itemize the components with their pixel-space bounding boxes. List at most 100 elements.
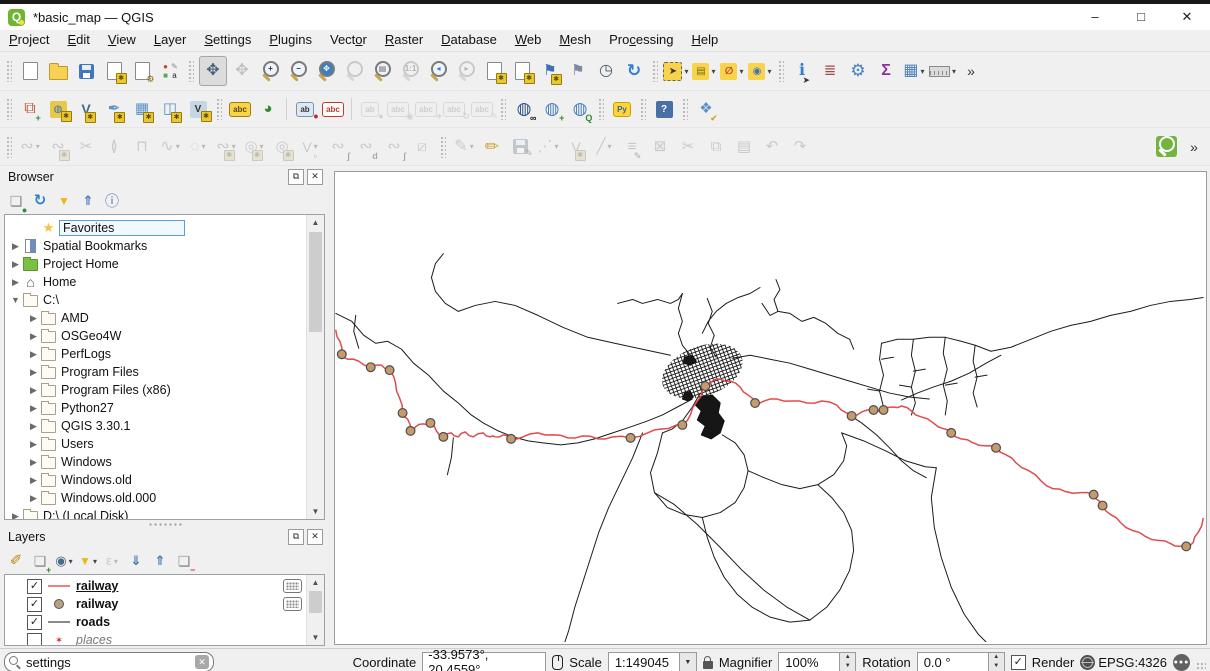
crs-value[interactable]: EPSG:4326 — [1098, 655, 1167, 670]
new-project-button[interactable] — [17, 57, 43, 85]
style-manager-button[interactable]: ●✎■a — [157, 57, 183, 85]
new-spatial-bookmark-button[interactable]: ⚑✱ — [537, 57, 563, 85]
magnifier-value[interactable]: 100% — [778, 652, 840, 671]
clear-search-icon[interactable]: ✕ — [195, 655, 209, 669]
select-features-by-expression-button[interactable]: ◉▾ — [747, 57, 773, 85]
filter-legend-button[interactable]: ▼▾ — [77, 550, 99, 572]
toolbar-overflow-2-button[interactable]: » — [1181, 133, 1207, 161]
save-project-button[interactable] — [73, 57, 99, 85]
search-wms-layers-button[interactable]: ◍Q — [567, 95, 593, 123]
new-virtual-layer-button[interactable]: ▦✱ — [129, 95, 155, 123]
temporal-controller-panel-button[interactable]: ◷ — [593, 57, 619, 85]
browser-item-program-files[interactable]: ▶Program Files — [5, 363, 306, 381]
expand-arrow-icon[interactable]: ▶ — [9, 241, 22, 252]
measure-line-button[interactable]: ▾ — [929, 57, 956, 85]
new-shapefile-layer-button[interactable]: V✱ — [73, 95, 99, 123]
toolbar-drag-handle[interactable] — [216, 98, 222, 120]
resize-grip[interactable] — [1196, 662, 1206, 671]
toolbar-overflow-button[interactable]: » — [958, 57, 984, 85]
open-attribute-table-button[interactable]: ▦▾ — [901, 57, 927, 85]
coordinate-input[interactable]: -33.9573°, 20.4559° — [422, 652, 546, 671]
scroll-up-icon[interactable]: ▲ — [307, 575, 324, 590]
layer-checkbox[interactable]: ✓ — [27, 597, 42, 612]
rotation-spinbox[interactable]: 0.0 ° ▲▼ — [917, 652, 1005, 671]
scroll-thumb[interactable] — [309, 232, 322, 332]
python-console-button[interactable]: Py — [609, 95, 635, 123]
browser-item-home[interactable]: ▶⌂Home — [5, 273, 306, 291]
expand-arrow-icon[interactable]: ▶ — [27, 349, 40, 360]
maximize-button[interactable]: □ — [1118, 4, 1164, 30]
layer-checkbox[interactable] — [27, 633, 42, 646]
scroll-thumb[interactable] — [309, 591, 322, 613]
spin-down-icon[interactable]: ▼ — [989, 662, 1004, 671]
processing-toolbox-button[interactable]: ⚙ — [845, 57, 871, 85]
collapse-all-button[interactable]: ⇑ — [77, 190, 99, 212]
lock-scale-icon[interactable] — [703, 661, 713, 669]
browser-scrollbar[interactable]: ▲ ▼ — [306, 215, 324, 519]
spin-down-icon[interactable]: ▼ — [840, 662, 855, 671]
browser-item-windows[interactable]: ▶Windows — [5, 453, 306, 471]
expand-arrow-icon[interactable]: ▶ — [27, 385, 40, 396]
toolbar-drag-handle[interactable] — [598, 98, 604, 120]
browser-item-perflogs[interactable]: ▶PerfLogs — [5, 345, 306, 363]
toolbar-drag-handle[interactable] — [188, 60, 194, 82]
scroll-down-icon[interactable]: ▼ — [307, 630, 324, 645]
browser-item-osgeo4w[interactable]: ▶OSGeo4W — [5, 327, 306, 345]
show-spatial-bookmarks-button[interactable]: ⚑ — [565, 57, 591, 85]
expand-all-layers-button[interactable]: ⇓ — [125, 550, 147, 572]
menu-layer[interactable]: Layer — [145, 30, 196, 51]
expand-arrow-icon[interactable]: ▶ — [27, 457, 40, 468]
pan-map-button[interactable]: ✥ — [199, 56, 227, 86]
browser-item-windows-old-000[interactable]: ▶Windows.old.000 — [5, 489, 306, 507]
toolbar-drag-handle[interactable] — [682, 98, 688, 120]
layer-checkbox[interactable]: ✓ — [27, 579, 42, 594]
spin-up-icon[interactable]: ▲ — [989, 653, 1004, 662]
filter-browser-button[interactable]: ▼ — [53, 190, 75, 212]
layer-diagram-options-button[interactable]: ◕ — [255, 95, 281, 123]
add-group-button[interactable]: ❏+ — [29, 550, 51, 572]
browser-item-d-local-disk[interactable]: ▶D:\ (Local Disk) — [5, 507, 306, 519]
new-geopackage-layer-button[interactable]: ◍✱ — [45, 95, 71, 123]
menu-help[interactable]: Help — [682, 30, 727, 51]
open-layer-styling-panel-button[interactable]: ✐ — [5, 550, 27, 572]
toolbar-drag-handle[interactable] — [6, 60, 12, 82]
expand-arrow-icon[interactable]: ▶ — [9, 277, 22, 288]
refresh-browser-button[interactable]: ↻ — [29, 190, 51, 212]
zoom-last-button[interactable]: ◂ — [425, 57, 451, 85]
rotation-value[interactable]: 0.0 ° — [917, 652, 989, 671]
statistical-summary-button[interactable]: Σ — [873, 57, 899, 85]
browser-float-button[interactable]: ⧉ — [288, 169, 304, 185]
toggle-unplaced-labels-button[interactable]: abc — [320, 95, 346, 123]
menu-edit[interactable]: Edit — [58, 30, 98, 51]
highlight-pinned-labels-button[interactable]: ab● — [292, 95, 318, 123]
layers-float-button[interactable]: ⧉ — [288, 529, 304, 545]
manage-map-themes-button[interactable]: ◉▾ — [53, 550, 75, 572]
scale-value[interactable]: 1:149045 — [608, 652, 680, 671]
menu-raster[interactable]: Raster — [376, 30, 432, 51]
menu-view[interactable]: View — [99, 30, 145, 51]
toolbar-drag-handle[interactable] — [6, 98, 12, 120]
scroll-up-icon[interactable]: ▲ — [307, 215, 324, 230]
run-feature-action-button[interactable]: ≣ — [817, 57, 843, 85]
minimize-button[interactable]: – — [1072, 4, 1118, 30]
select-features-button[interactable]: ➤▾ — [663, 57, 689, 85]
browser-item-users[interactable]: ▶Users — [5, 435, 306, 453]
add-wms-layer-button[interactable]: ◍+ — [539, 95, 565, 123]
menu-database[interactable]: Database — [432, 30, 506, 51]
browser-item-windows-old[interactable]: ▶Windows.old — [5, 471, 306, 489]
toolbar-drag-handle[interactable] — [500, 98, 506, 120]
locator-search-input[interactable]: settings ✕ — [4, 652, 214, 671]
browser-item-program-files-x86[interactable]: ▶Program Files (x86) — [5, 381, 306, 399]
toolbar-drag-handle[interactable] — [778, 60, 784, 82]
zoom-to-layer-button[interactable]: ▤ — [369, 57, 395, 85]
zoom-out-button[interactable]: − — [285, 57, 311, 85]
locator-search-button[interactable] — [1153, 133, 1179, 161]
layer-item-roads-2[interactable]: ✓roads — [5, 613, 306, 631]
check-geometries-button[interactable]: ❖✔ — [693, 95, 719, 123]
browser-item-qgis-3-30-1[interactable]: ▶QGIS 3.30.1 — [5, 417, 306, 435]
toggle-editing-button[interactable]: ✏ — [479, 133, 505, 161]
refresh-map-button[interactable]: ↻ — [621, 57, 647, 85]
layer-item-places-3[interactable]: ✶places — [5, 631, 306, 645]
layers-scrollbar[interactable]: ▲ ▼ — [306, 575, 324, 645]
menu-settings[interactable]: Settings — [195, 30, 260, 51]
